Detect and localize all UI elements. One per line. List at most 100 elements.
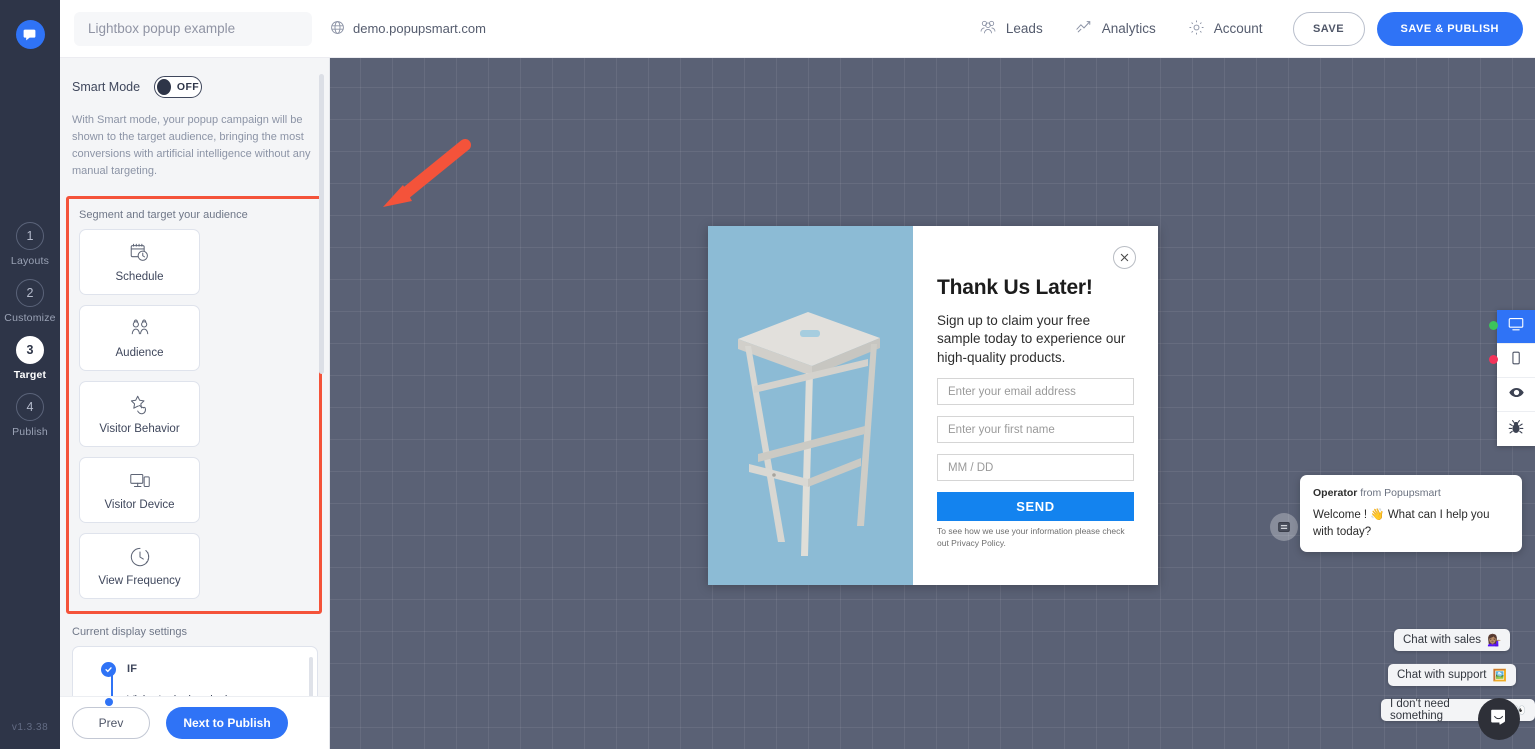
nav-account-label: Account [1213, 21, 1263, 36]
popup-form: Thank Us Later! Sign up to claim your fr… [913, 226, 1158, 585]
app-root: 1 Layouts 2 Customize 3 Target 4 Publish… [0, 0, 1535, 749]
smart-mode-state: OFF [176, 81, 200, 93]
privacy-note: To see how we use your information pleas… [937, 526, 1125, 548]
raise-hand-emoji-icon: 💁🏽‍♀️ [1486, 635, 1502, 647]
panel-footer: Prev Next to Publish [60, 696, 329, 749]
sidebar-step-publish[interactable]: 4 Publish [12, 393, 48, 438]
bug-icon [1507, 418, 1525, 441]
step-label: Publish [12, 426, 48, 438]
chat-reply-label: Chat with support [1397, 669, 1487, 681]
tile-label: Schedule [115, 271, 164, 284]
top-bar-actions: Leads Analytics Account SAVE SAVE & PUBL… [963, 11, 1535, 46]
nav-leads[interactable]: Leads [963, 19, 1059, 38]
tile-view-frequency[interactable]: View Frequency [79, 533, 200, 600]
save-and-publish-button[interactable]: SAVE & PUBLISH [1376, 11, 1523, 46]
chat-operator-from: from Popupsmart [1360, 487, 1441, 499]
birthday-field[interactable]: MM / DD [937, 454, 1134, 482]
tile-label: Audience [115, 347, 164, 360]
chat-smile-icon [1489, 707, 1509, 732]
tile-visitor-device[interactable]: Visitor Device [79, 457, 200, 524]
analytics-chart-icon [1075, 19, 1093, 38]
tile-visitor-behavior[interactable]: Visitor Behavior [79, 381, 200, 448]
check-icon [101, 662, 116, 678]
current-display-settings-title: Current display settings [72, 626, 187, 639]
desktop-icon [1507, 315, 1525, 338]
monitor-phone-icon [128, 469, 152, 493]
step-label: Target [13, 369, 47, 381]
popup-preview[interactable]: Thank Us Later! Sign up to claim your fr… [708, 226, 1158, 585]
eye-icon [1507, 383, 1526, 407]
mobile-preview-button[interactable] [1489, 344, 1535, 378]
panel-scrollbar[interactable] [319, 74, 324, 374]
target-settings-panel: Smart Mode OFF With Smart mode, your pop… [60, 58, 330, 749]
domain-label: demo.popupsmart.com [353, 21, 486, 36]
smart-mode-row: Smart Mode OFF [60, 58, 329, 98]
condition-text: IF [127, 663, 138, 676]
send-button[interactable]: SEND [937, 492, 1134, 522]
segment-target-section: Segment and target your audience Schedul… [66, 196, 322, 615]
device-preview-toolbar [1489, 310, 1535, 446]
popup-image [708, 226, 913, 585]
save-button[interactable]: SAVE [1292, 11, 1365, 46]
people-icon [979, 19, 997, 38]
campaign-name-input[interactable]: Lightbox popup example [74, 11, 312, 46]
firstname-field[interactable]: Enter your first name [937, 416, 1134, 444]
nav-account[interactable]: Account [1172, 19, 1279, 39]
bullet-dot-icon [104, 698, 113, 706]
audience-people-icon [128, 317, 152, 341]
status-dot-red [1489, 355, 1498, 364]
domain-display: demo.popupsmart.com [330, 20, 486, 38]
sidebar-step-target[interactable]: 3 Target [14, 336, 47, 381]
chat-message-bubble: Operator from Popupsmart Welcome ! 👋 Wha… [1300, 475, 1522, 553]
mobile-icon [1507, 349, 1525, 372]
chat-operator-name: Operator [1313, 487, 1358, 499]
tile-label: Visitor Behavior [99, 423, 180, 436]
calendar-clock-icon [128, 241, 152, 265]
prev-button[interactable]: Prev [72, 707, 150, 739]
step-number: 3 [15, 336, 44, 364]
sidebar-step-layouts[interactable]: 1 Layouts [11, 222, 49, 267]
red-arrow-annotation [365, 113, 475, 228]
next-to-publish-button[interactable]: Next to Publish [166, 707, 288, 739]
left-rail: 1 Layouts 2 Customize 3 Target 4 Publish… [0, 0, 60, 749]
step-nav: 1 Layouts 2 Customize 3 Target 4 Publish [4, 222, 56, 450]
tile-label: Visitor Device [104, 499, 175, 512]
debug-bug-button[interactable] [1497, 412, 1535, 446]
chat-launcher-button[interactable] [1478, 698, 1520, 740]
desktop-preview-button[interactable] [1489, 310, 1535, 344]
popupsmart-logo-icon[interactable] [15, 20, 45, 49]
chat-message-text: Welcome ! 👋 What can I help you with tod… [1313, 509, 1490, 538]
status-dot-green [1489, 321, 1498, 330]
chat-operator-icon [1270, 513, 1298, 541]
nav-leads-label: Leads [1005, 21, 1043, 36]
sidebar-step-customize[interactable]: 2 Customize [4, 279, 56, 324]
step-number: 1 [16, 222, 44, 250]
chat-reply-support[interactable]: Chat with support 🖼️ [1388, 664, 1516, 686]
preview-eye-button[interactable] [1497, 378, 1535, 412]
tile-audience[interactable]: Audience [79, 305, 200, 372]
nav-analytics-label: Analytics [1101, 21, 1156, 36]
gear-icon [1188, 19, 1205, 39]
preview-canvas[interactable]: Thank Us Later! Sign up to claim your fr… [330, 58, 1535, 749]
nav-analytics[interactable]: Analytics [1059, 19, 1172, 38]
popup-subtitle: Sign up to claim your free sample today … [937, 313, 1126, 365]
toggle-knob [157, 79, 171, 95]
top-bar: Lightbox popup example demo.popupsmart.c… [60, 0, 1535, 58]
tile-schedule[interactable]: Schedule [79, 229, 200, 296]
popup-title: Thank Us Later! [937, 276, 1093, 299]
clock-dashed-icon [128, 545, 152, 569]
condition-row: IF [73, 661, 317, 686]
tile-label: View Frequency [98, 575, 181, 588]
step-number: 2 [16, 279, 44, 307]
globe-icon [330, 20, 345, 38]
close-icon[interactable] [1113, 246, 1136, 269]
target-tile-grid: Schedule Audience Visitor Behavior Visit… [79, 229, 309, 600]
email-field[interactable]: Enter your email address [937, 378, 1134, 406]
step-label: Layouts [10, 255, 50, 267]
picture-emoji-icon: 🖼️ [1492, 670, 1507, 682]
chat-operator-line: Operator from Popupsmart [1313, 487, 1509, 499]
step-number: 4 [16, 393, 44, 421]
smart-mode-toggle[interactable]: OFF [154, 76, 203, 98]
chat-reply-sales[interactable]: Chat with sales 💁🏽‍♀️ [1394, 629, 1511, 651]
smart-mode-description: With Smart mode, your popup campaign wil… [72, 114, 311, 178]
